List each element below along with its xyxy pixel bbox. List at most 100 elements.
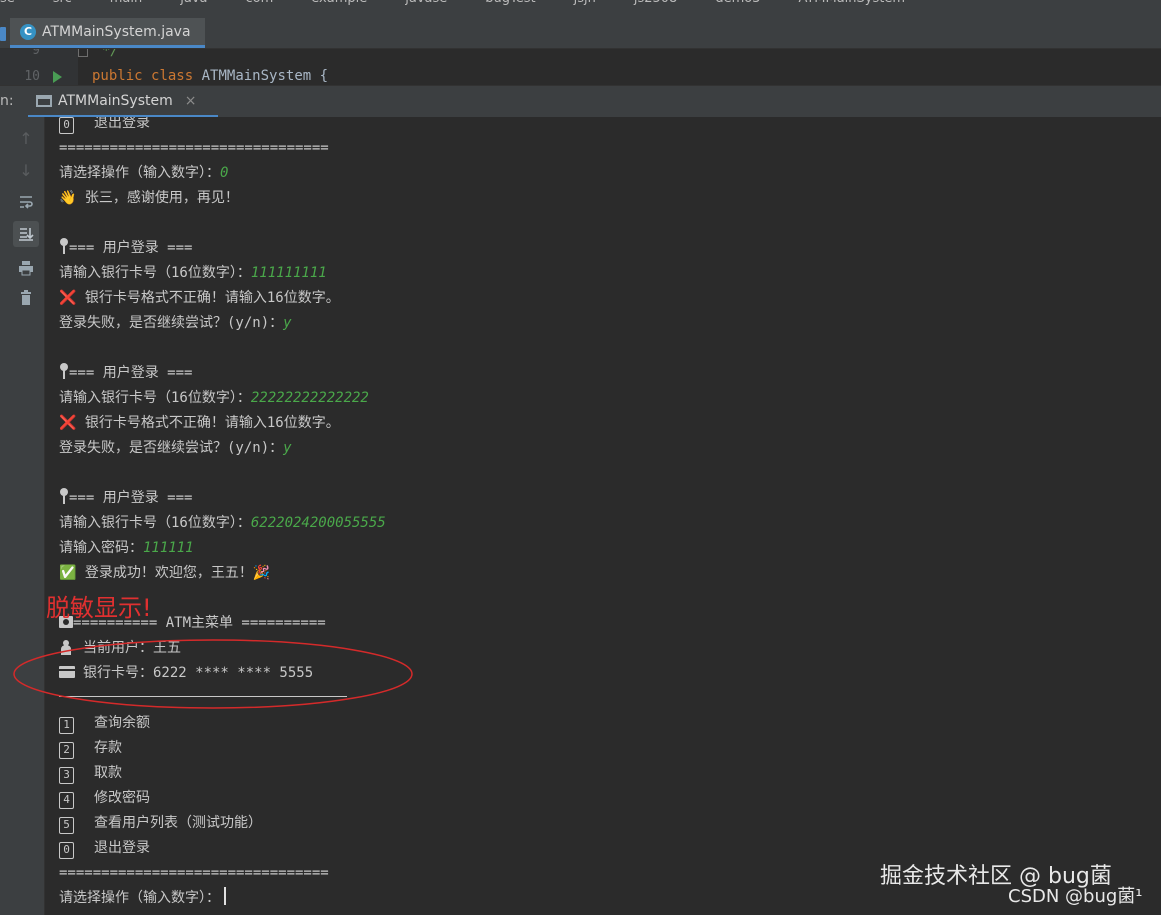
user-input: y <box>283 315 292 331</box>
menu-label: 存款 <box>94 740 122 756</box>
run-toolbar: ↑ ↓ <box>0 117 45 915</box>
user-input: 111111 <box>143 540 194 556</box>
user-input: 22222222222222 <box>250 390 369 406</box>
keycap-icon: 4 <box>59 792 74 809</box>
code-line: public class ATMMainSystem { <box>92 68 328 84</box>
soft-wrap-icon[interactable] <box>13 189 39 215</box>
console-icon <box>36 94 52 107</box>
key-icon <box>60 363 68 379</box>
keyword: class <box>151 68 194 84</box>
console-line: 请输入银行卡号（16位数字）：22222222222222 <box>59 386 369 410</box>
prompt-text: 登录失败，是否继续尝试？(y/n)： <box>59 440 284 456</box>
editor-tab-bar: C ATMMainSystem.java <box>0 8 1161 49</box>
menu-item: 4 修改密码 <box>59 786 150 810</box>
prompt-text: 登录失败，是否继续尝试？(y/n)： <box>59 315 284 331</box>
console-line[interactable]: 请选择操作（输入数字）： <box>59 886 226 910</box>
menu-label: 查询余额 <box>94 715 150 731</box>
breadcrumb-item[interactable]: java <box>180 0 207 6</box>
console-line: ❌ 银行卡号格式不正确！请输入16位数字。 <box>59 415 340 431</box>
breadcrumb-item[interactable]: demo3 <box>715 0 760 6</box>
keycap-icon: 0 <box>59 842 74 859</box>
breadcrumb-item[interactable]: ATMMainSystem <box>798 0 905 6</box>
annotation-ellipse <box>13 639 413 709</box>
console-separator: ================================ <box>59 140 329 156</box>
run-label: n: <box>0 93 14 109</box>
breadcrumb-item[interactable]: jsjh <box>574 0 596 6</box>
keycap-icon: 0 <box>59 117 74 134</box>
breadcrumb-item[interactable]: src <box>53 0 72 6</box>
prompt-text: 请选择操作（输入数字）： <box>59 890 220 906</box>
watermark: CSDN @bug菌¹ <box>1008 886 1143 907</box>
prompt-text: 请输入银行卡号（16位数字）： <box>59 390 251 406</box>
console-line: 👋 张三，感谢使用，再见！ <box>59 190 239 206</box>
project-icon[interactable] <box>0 27 6 41</box>
console-line: === 用户登录 === <box>59 236 192 260</box>
keycap-icon: 2 <box>59 742 74 759</box>
java-class-icon: C <box>20 23 36 40</box>
console-line: ❌ 银行卡号格式不正确！请输入16位数字。 <box>59 290 340 306</box>
key-icon <box>60 238 68 254</box>
menu-label: 退出登录 <box>94 840 150 856</box>
user-input: 6222024200055555 <box>250 515 386 531</box>
prompt-text: 请输入银行卡号（16位数字）： <box>59 515 251 531</box>
annotation-label: 脱敏显示! <box>46 594 152 622</box>
breadcrumb-item[interactable]: javase <box>405 0 447 6</box>
user-input: y <box>283 440 292 456</box>
menu-label: 退出登录 <box>94 117 150 131</box>
console-line: 请输入银行卡号（16位数字）：6222024200055555 <box>59 511 386 535</box>
menu-item: 0 退出登录 <box>59 836 150 860</box>
run-tab-atm-main-system[interactable]: ATMMainSystem × <box>28 86 218 118</box>
prompt-text: 请输入密码： <box>59 540 143 556</box>
menu-item: 1 查询余额 <box>59 711 150 735</box>
rerun-up-icon[interactable]: ↑ <box>13 125 39 151</box>
console-line: === 用户登录 === <box>59 361 192 385</box>
breadcrumb-item[interactable]: bugTest <box>485 0 535 6</box>
menu-item: 5 查看用户列表（测试功能） <box>59 811 262 835</box>
user-input: 0 <box>220 165 229 181</box>
key-icon <box>60 488 68 504</box>
class-name: ATMMainSystem <box>201 68 312 84</box>
breadcrumb-item[interactable]: com <box>246 0 274 6</box>
console-line: === 用户登录 === <box>59 486 192 510</box>
section-title: === 用户登录 === <box>69 365 193 381</box>
scroll-to-end-icon[interactable] <box>13 221 39 247</box>
prompt-text: 请输入银行卡号（16位数字）： <box>59 265 251 281</box>
keycap-icon: 3 <box>59 767 74 784</box>
section-title: === 用户登录 === <box>69 490 193 506</box>
line-number: 9 <box>32 49 40 58</box>
menu-item: 3 取款 <box>59 761 122 785</box>
user-icon[interactable] <box>1117 0 1147 8</box>
user-input: 111111111 <box>250 265 327 281</box>
console-line: 请输入银行卡号（16位数字）：111111111 <box>59 261 327 285</box>
breadcrumb-item[interactable]: example <box>311 0 367 6</box>
console-line: 0 退出登录 <box>59 117 150 135</box>
fold-icon[interactable] <box>78 49 88 57</box>
prompt-text: 请选择操作（输入数字）： <box>59 165 220 181</box>
scrollbar[interactable] <box>1153 117 1161 915</box>
tab-label: ATMMainSystem.java <box>42 23 191 40</box>
code-line: */ <box>102 49 119 59</box>
console-output[interactable]: 0 退出登录 ================================ 请… <box>45 117 1161 915</box>
console-line: ✅ 登录成功！欢迎您，王五！🎉 <box>59 565 271 581</box>
close-icon[interactable]: × <box>185 93 197 109</box>
breadcrumb-item[interactable]: main <box>110 0 142 6</box>
keycap-icon: 1 <box>59 717 74 734</box>
breadcrumb-item[interactable]: se <box>0 0 15 6</box>
menu-label: 取款 <box>94 765 122 781</box>
console-line: 请选择操作（输入数字）：0 <box>59 161 228 185</box>
text-caret <box>224 887 226 905</box>
rerun-down-icon[interactable]: ↓ <box>13 157 39 183</box>
line-number: 10 <box>24 69 40 84</box>
tab-atm-main-system-java[interactable]: C ATMMainSystem.java <box>10 18 205 48</box>
run-tool-window-header: n: ATMMainSystem × <box>0 85 1161 118</box>
print-icon[interactable] <box>13 255 39 281</box>
run-tab-label: ATMMainSystem <box>58 92 173 109</box>
keycap-icon: 5 <box>59 817 74 834</box>
console-line: 登录失败，是否继续尝试？(y/n)：y <box>59 311 292 335</box>
trash-icon[interactable] <box>13 285 39 311</box>
code-editor[interactable]: 9 10 */ public class ATMMainSystem { <box>0 49 1161 85</box>
menu-label: 修改密码 <box>94 790 150 806</box>
breadcrumb-item[interactable]: js2508 <box>634 0 677 6</box>
run-gutter-icon[interactable] <box>53 71 62 83</box>
breadcrumb: se src main java com example javase bugTest jsjh… <box>0 0 1161 8</box>
